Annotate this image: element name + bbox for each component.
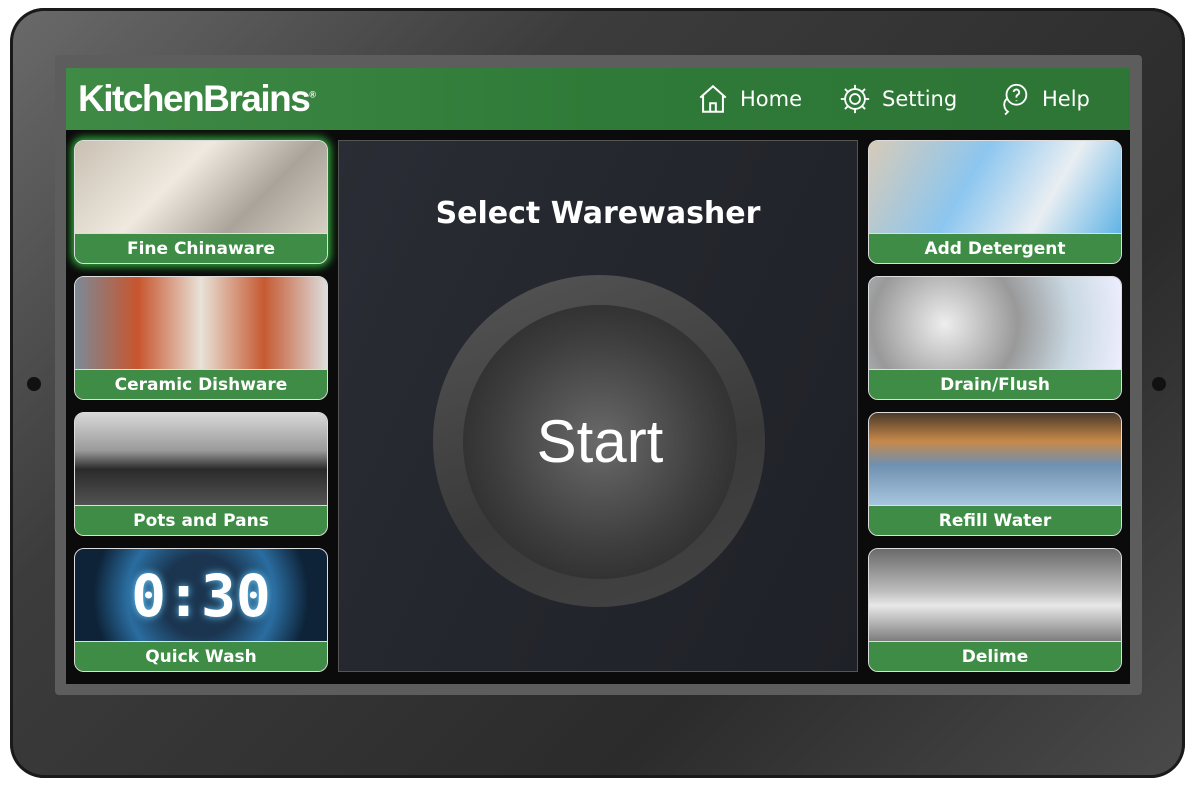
tile-label: Delime	[869, 641, 1121, 671]
nav-help[interactable]: Help	[998, 68, 1090, 130]
tile-refill-water[interactable]: Refill Water	[868, 412, 1122, 536]
header-bar: KitchenBrains® Home Setting Help	[66, 68, 1130, 130]
home-icon	[699, 84, 727, 113]
chinaware-image	[75, 141, 327, 235]
main-panel: Select Warewasher Start	[338, 140, 858, 672]
camera-right	[1152, 377, 1166, 391]
camera-left	[27, 377, 41, 391]
tile-drain-flush[interactable]: Drain/Flush	[868, 276, 1122, 400]
dishwasher-image	[869, 549, 1121, 643]
detergent-image	[869, 141, 1121, 235]
screen: KitchenBrains® Home Setting Help Fine Ch…	[66, 68, 1130, 684]
brand-logo: KitchenBrains®	[78, 78, 316, 120]
pots-image	[75, 413, 327, 507]
tile-ceramic-dishware[interactable]: Ceramic Dishware	[74, 276, 328, 400]
start-button[interactable]: Start	[463, 305, 737, 579]
tile-quick-wash[interactable]: 0:30 Quick Wash	[74, 548, 328, 672]
nav-home[interactable]: Home	[696, 68, 802, 130]
tile-label: Refill Water	[869, 505, 1121, 535]
help-chat-icon	[1003, 83, 1028, 116]
start-ring: Start	[433, 275, 765, 607]
ceramic-image	[75, 277, 327, 371]
drain-image	[869, 277, 1121, 371]
tile-label: Drain/Flush	[869, 369, 1121, 399]
page-title: Select Warewasher	[435, 196, 761, 231]
tile-label: Ceramic Dishware	[75, 369, 327, 399]
tile-pots-and-pans[interactable]: Pots and Pans	[74, 412, 328, 536]
nav-home-label: Home	[740, 87, 803, 111]
tile-label: Quick Wash	[75, 641, 327, 671]
tile-fine-chinaware[interactable]: Fine Chinaware	[74, 140, 328, 264]
timer-display: 0:30	[131, 562, 271, 630]
tile-label: Add Detergent	[869, 233, 1121, 263]
nav-help-label: Help	[1042, 87, 1090, 111]
nav-setting-label: Setting	[882, 87, 958, 111]
registered-mark: ®	[309, 89, 316, 100]
gear-icon	[840, 84, 870, 114]
tile-label: Pots and Pans	[75, 505, 327, 535]
water-image	[869, 413, 1121, 507]
tile-add-detergent[interactable]: Add Detergent	[868, 140, 1122, 264]
tile-delime[interactable]: Delime	[868, 548, 1122, 672]
tile-label: Fine Chinaware	[75, 233, 327, 263]
nav-setting[interactable]: Setting	[838, 68, 957, 130]
brand-name: KitchenBrains	[78, 78, 311, 119]
